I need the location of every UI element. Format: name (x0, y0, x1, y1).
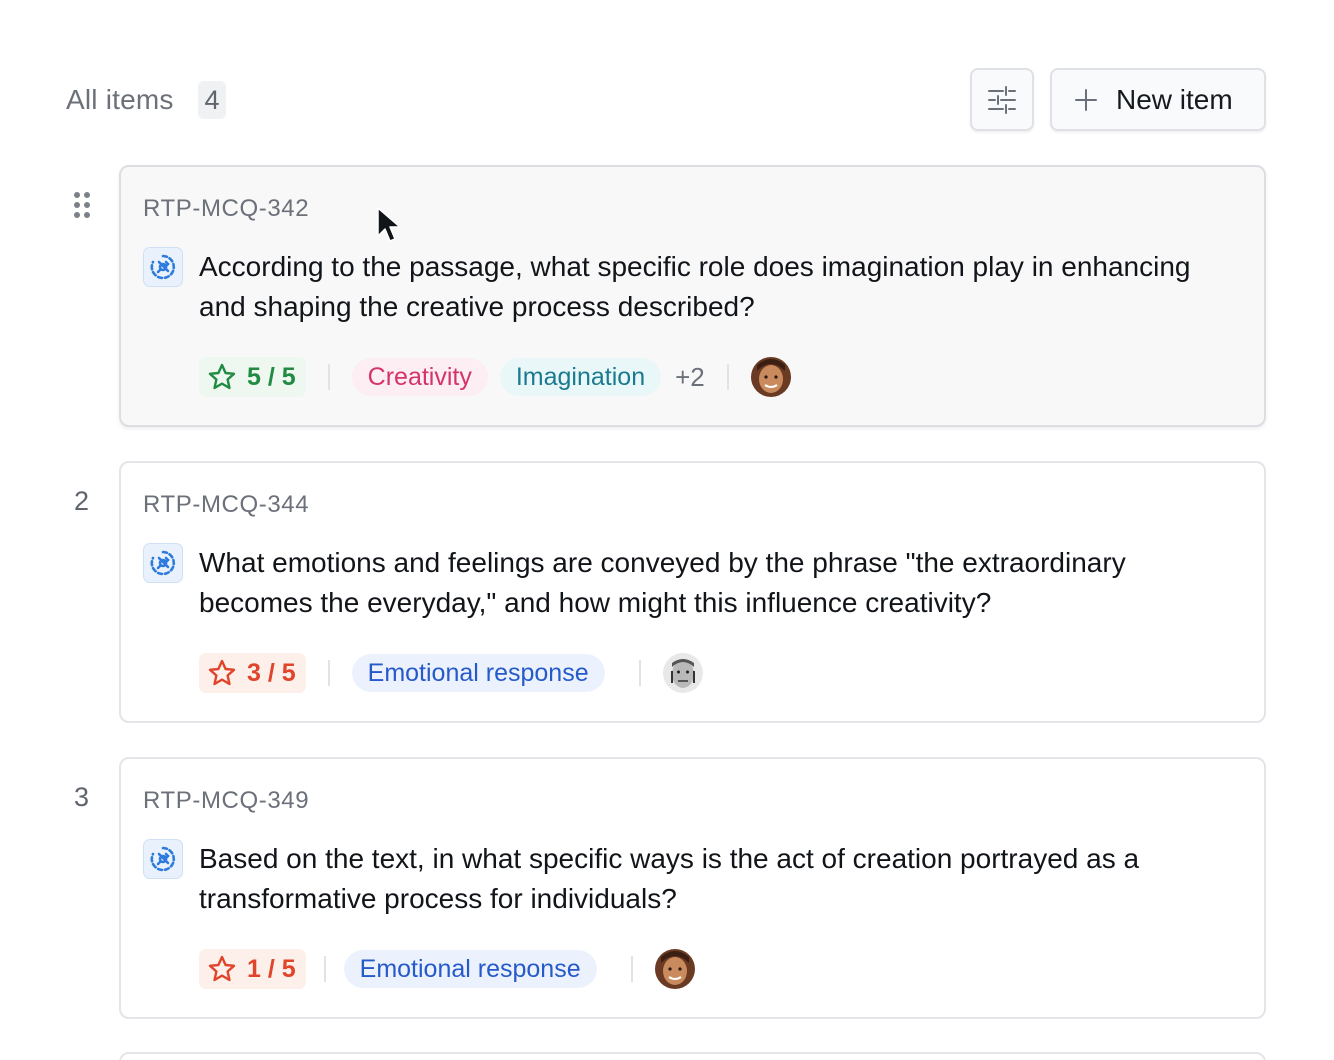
avatar-woman-icon[interactable] (750, 357, 791, 397)
item-card[interactable]: RTP-MCQ-342 According to the passage, wh… (119, 165, 1266, 427)
tag-chip[interactable]: Creativity (351, 358, 488, 396)
item-meta: 3 / 5 Emotional response (199, 653, 703, 693)
item-count-badge: 4 (198, 81, 226, 119)
rating-value: 1 / 5 (247, 954, 296, 983)
item-card[interactable]: RTP-MCQ-349 Based on the text, in what s… (119, 757, 1266, 1019)
question-type-icon (143, 839, 183, 879)
divider (638, 660, 641, 686)
rating-badge: 5 / 5 (199, 357, 306, 397)
item-id: RTP-MCQ-342 (143, 195, 310, 222)
new-item-label: New item (1116, 83, 1233, 115)
divider (327, 364, 330, 390)
rating-value: 5 / 5 (247, 362, 296, 391)
drag-handle-icon[interactable] (74, 192, 90, 218)
new-item-button[interactable]: New item (1050, 68, 1266, 131)
avatar-man-icon[interactable] (662, 653, 703, 693)
question-type-icon (143, 247, 183, 287)
row-number: 3 (74, 782, 90, 812)
item-meta: 5 / 5 Creativity Imagination +2 (199, 357, 791, 397)
star-icon (208, 955, 236, 982)
star-icon (208, 659, 236, 686)
item-card[interactable] (119, 1052, 1266, 1060)
sliders-icon (988, 85, 1016, 114)
rating-badge: 3 / 5 (199, 653, 306, 693)
plus-icon (1075, 88, 1097, 111)
rating-badge: 1 / 5 (199, 949, 306, 989)
item-id: RTP-MCQ-349 (143, 787, 310, 814)
item-meta: 1 / 5 Emotional response (199, 949, 695, 989)
divider (323, 956, 326, 982)
tag-chip[interactable]: Imagination (499, 358, 662, 396)
tag-chip[interactable]: Emotional response (351, 654, 605, 692)
divider (630, 956, 633, 982)
filter-button[interactable] (970, 68, 1034, 131)
divider (327, 660, 330, 686)
question-type-icon (143, 543, 183, 583)
question-text: Based on the text, in what specific ways… (199, 843, 1140, 914)
question-text: According to the passage, what specific … (199, 251, 1191, 322)
avatar-woman-icon[interactable] (654, 949, 695, 989)
page-title: All items (66, 84, 174, 115)
row-number: 2 (74, 486, 90, 516)
tag-chip[interactable]: Emotional response (343, 950, 597, 988)
rating-value: 3 / 5 (247, 658, 296, 687)
question-text: What emotions and feelings are conveyed … (199, 547, 1126, 618)
more-tags-count[interactable]: +2 (675, 362, 705, 393)
star-icon (208, 363, 236, 390)
item-card[interactable]: RTP-MCQ-344 What emotions and feelings a… (119, 461, 1266, 723)
item-id: RTP-MCQ-344 (143, 491, 310, 518)
list-header: All items 4 New item (66, 68, 1266, 132)
mouse-cursor-icon (377, 207, 401, 242)
divider (726, 364, 729, 390)
